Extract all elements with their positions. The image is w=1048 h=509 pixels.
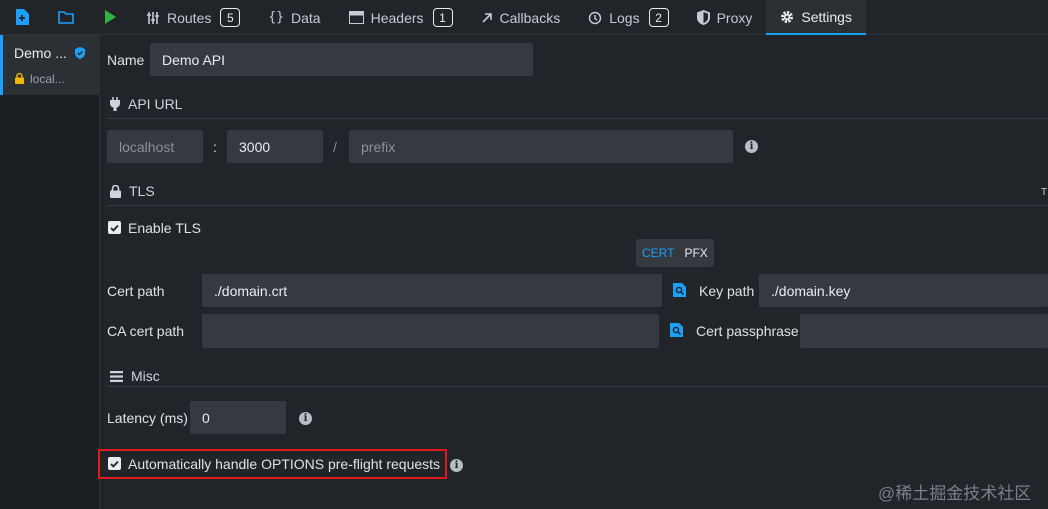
key-path-input[interactable]: ./domain.key — [759, 274, 1048, 307]
cert-passphrase-input[interactable] — [800, 314, 1048, 348]
plug-icon — [110, 97, 120, 111]
tab-label: Callbacks — [499, 9, 561, 26]
tab-label: Logs — [609, 9, 640, 26]
environment-sidebar: Demo ... local... — [0, 35, 100, 509]
prefix-input[interactable]: prefix — [349, 130, 733, 163]
enable-tls-checkbox[interactable] — [108, 221, 121, 234]
start-server-button[interactable] — [88, 0, 132, 34]
cert-option[interactable]: CERT — [642, 246, 674, 260]
gear-icon — [780, 10, 794, 24]
enable-tls-label[interactable]: Enable TLS — [128, 220, 201, 236]
arrow-up-right-icon — [481, 12, 493, 24]
ca-cert-path-input[interactable] — [202, 314, 659, 348]
options-info-icon[interactable]: i — [450, 459, 463, 472]
tab-callbacks[interactable]: Callbacks — [467, 0, 575, 35]
latency-info-icon[interactable]: i — [299, 412, 312, 425]
section-divider — [107, 118, 1048, 119]
hostname-input[interactable]: localhost — [107, 130, 203, 163]
lock-icon — [15, 73, 24, 84]
tab-headers[interactable]: Headers 1 — [335, 0, 467, 35]
watermark: @稀土掘金技术社区 — [878, 484, 1032, 503]
tab-label: Headers — [370, 9, 424, 26]
tab-routes[interactable]: Routes 5 — [132, 0, 254, 35]
tab-data[interactable]: {} Data — [254, 0, 334, 35]
tls-title: TLS — [129, 183, 155, 199]
tab-logs[interactable]: Logs 2 — [574, 0, 682, 35]
headers-icon — [348, 11, 364, 24]
name-label: Name — [107, 52, 145, 68]
latency-label: Latency (ms) — [107, 410, 188, 426]
logs-count-badge: 2 — [648, 8, 669, 27]
play-icon — [104, 10, 116, 24]
environment-name: Demo ... — [14, 45, 67, 61]
misc-section-title: Misc — [110, 368, 160, 384]
prefix-info-icon[interactable]: i — [745, 140, 758, 153]
latency-input[interactable]: 0 — [190, 401, 286, 434]
options-preflight-checkbox[interactable] — [108, 457, 121, 470]
lock-icon — [110, 184, 121, 198]
routes-count-badge: 5 — [220, 8, 241, 27]
cert-path-label: Cert path — [107, 283, 165, 299]
settings-panel: Name Demo API API URL localhost : 3000 /… — [98, 35, 1048, 509]
list-icon — [110, 370, 123, 382]
tab-settings[interactable]: Settings — [766, 0, 866, 35]
tab-proxy[interactable]: Proxy — [683, 0, 767, 35]
file-search-icon[interactable] — [673, 283, 686, 297]
name-input[interactable]: Demo API — [150, 43, 533, 76]
open-folder-button[interactable] — [44, 0, 88, 34]
api-url-title: API URL — [128, 96, 183, 112]
slash-separator: / — [333, 139, 337, 155]
port-input[interactable]: 3000 — [227, 130, 323, 163]
misc-title: Misc — [131, 368, 160, 384]
pfx-option[interactable]: PFX — [684, 246, 707, 260]
environment-host: local... — [30, 72, 65, 86]
file-search-icon[interactable] — [670, 323, 683, 337]
tab-label: Data — [291, 9, 321, 26]
shield-icon — [696, 10, 710, 25]
section-divider — [107, 205, 1048, 206]
cert-type-toggle: CERT PFX — [636, 239, 714, 267]
section-divider — [107, 386, 1048, 387]
folder-icon — [58, 10, 74, 24]
api-url-section-title: API URL — [110, 96, 182, 112]
edge-glyph: T — [1041, 187, 1048, 198]
file-plus-icon — [15, 9, 29, 25]
ca-cert-path-label: CA cert path — [107, 323, 185, 339]
tab-label: Settings — [801, 8, 852, 25]
new-file-button[interactable] — [0, 0, 44, 34]
tls-section-title: TLS — [110, 183, 155, 199]
cert-passphrase-label: Cert passphrase — [696, 323, 799, 339]
history-icon — [588, 11, 602, 25]
environment-item[interactable]: Demo ... local... — [0, 35, 100, 95]
tab-label: Proxy — [716, 9, 753, 26]
routes-icon — [146, 11, 160, 25]
top-tab-bar: Routes 5 {} Data Headers 1 Callbacks Log… — [0, 0, 1048, 35]
cert-path-input[interactable]: ./domain.crt — [202, 274, 662, 307]
headers-count-badge: 1 — [432, 8, 453, 27]
colon-separator: : — [213, 139, 217, 155]
key-path-label: Key path — [699, 283, 755, 299]
options-preflight-label[interactable]: Automatically handle OPTIONS pre-flight … — [128, 456, 440, 472]
tab-label: Routes — [167, 9, 212, 26]
braces-icon: {} — [268, 10, 285, 25]
shield-check-icon — [75, 47, 85, 59]
